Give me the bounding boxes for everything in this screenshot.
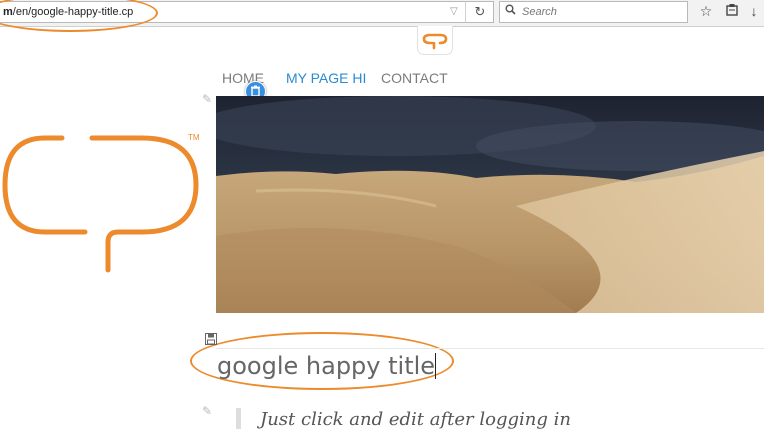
nav-item-contact[interactable]: CONTACT [381,70,448,86]
bookmark-star-icon[interactable]: ☆ [695,1,717,21]
brand-logo: TM [0,130,210,280]
page-title-input[interactable]: google happy title [217,352,437,380]
subtitle-text[interactable]: Just click and edit after logging in [260,409,571,430]
nav-item-my-page-hi[interactable]: MY PAGE HI [286,70,366,86]
site-logo-tab[interactable] [417,26,453,55]
dropdown-arrow-icon[interactable]: ▽ [450,2,458,22]
search-input[interactable]: Search [499,1,688,23]
reading-list-icon[interactable] [721,1,743,21]
search-icon [505,2,516,22]
edit-pencil-icon-2[interactable]: ✎ [202,404,212,418]
trademark-label: TM [188,133,200,142]
text-caret [435,353,437,379]
download-icon[interactable]: ↓ [743,1,764,21]
save-icon[interactable] [205,332,217,345]
url-highlight-ellipse [0,0,158,32]
logo-large-icon: TM [2,133,200,273]
blockquote-bar [236,408,241,429]
divider [216,348,764,349]
reload-icon[interactable]: ↻ [465,2,494,22]
hero-image [216,96,764,313]
edit-pencil-icon[interactable]: ✎ [202,92,212,106]
logo-small-icon [422,33,448,50]
